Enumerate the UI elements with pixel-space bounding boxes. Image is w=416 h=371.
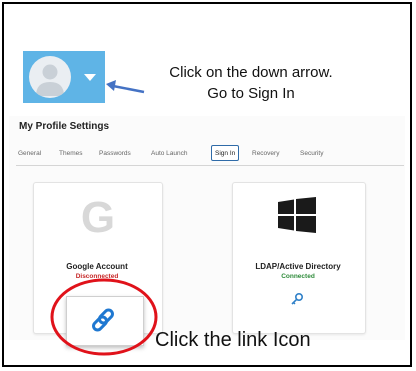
link-caption: Click the link Icon — [155, 329, 311, 351]
key-icon[interactable] — [290, 292, 304, 306]
windows-logo-icon — [278, 197, 316, 233]
user-avatar-icon — [29, 56, 71, 98]
instruction-line-1: Click on the down arrow. — [169, 64, 333, 81]
settings-tabs: General Themes Passwords Auto Launch Sig… — [16, 143, 404, 166]
avatar-dropdown[interactable] — [23, 51, 105, 103]
page-title: My Profile Settings — [19, 121, 110, 132]
ldap-title: LDAP/Active Directory — [255, 262, 341, 271]
google-account-title: Google Account — [66, 262, 128, 271]
instruction-line-2: Go to Sign In — [207, 85, 295, 102]
tab-auto-launch[interactable]: Auto Launch — [151, 150, 188, 157]
ldap-status: Connected — [281, 273, 315, 280]
google-g-icon: G — [80, 193, 116, 242]
instruction-text: Click on the down arrow. Go to Sign In — [126, 62, 376, 104]
tab-security[interactable]: Security — [300, 150, 323, 157]
highlight-circle — [50, 278, 158, 356]
tab-passwords[interactable]: Passwords — [99, 150, 131, 157]
tab-recovery[interactable]: Recovery — [252, 150, 279, 157]
tab-sign-in[interactable]: Sign In — [211, 145, 240, 161]
tab-general[interactable]: General — [18, 150, 41, 157]
tab-themes[interactable]: Themes — [59, 150, 82, 157]
caret-down-icon[interactable] — [84, 74, 96, 81]
